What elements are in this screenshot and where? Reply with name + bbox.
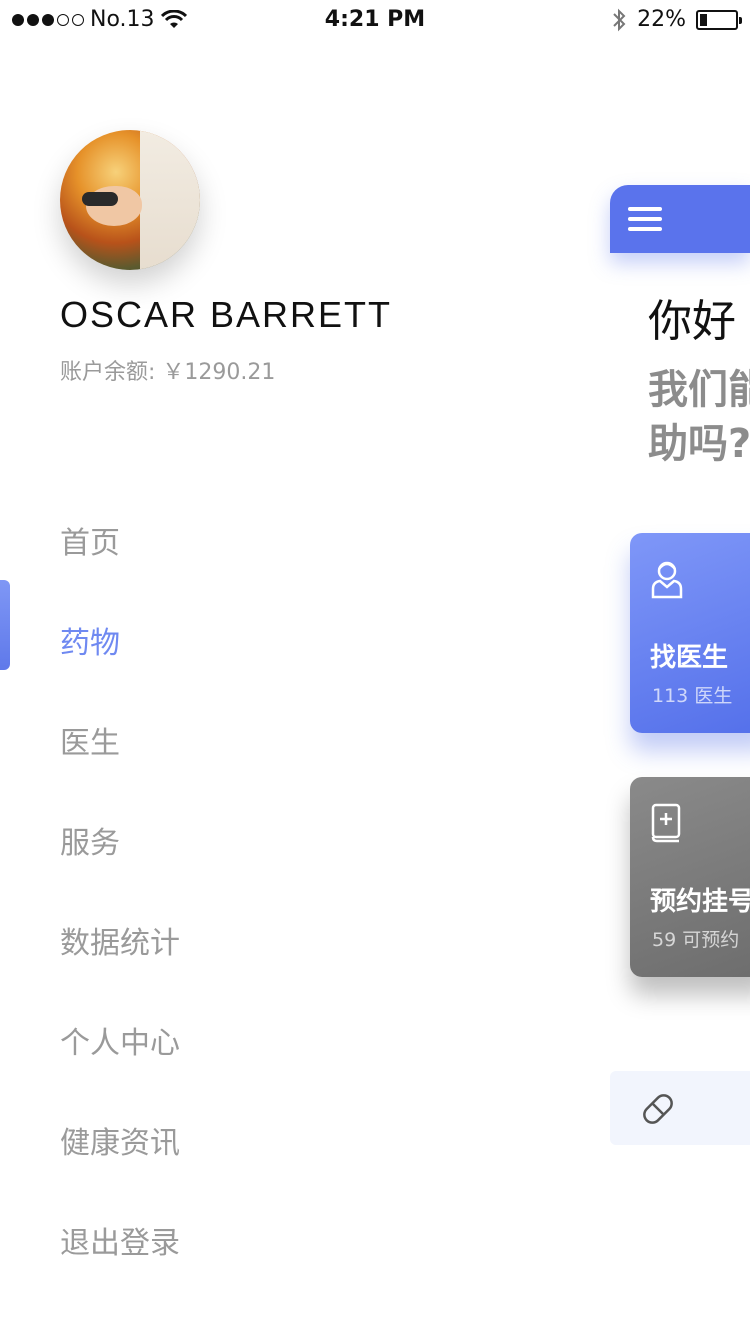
help-question: 我们能 助吗? [648, 363, 750, 471]
avatar[interactable] [60, 130, 200, 270]
menu-item-label: 个人中心 [60, 1026, 180, 1061]
main-screen-preview[interactable]: 你好 我们能 助吗? 找医生 113 医生 预约挂号 59 可预约 [610, 185, 750, 1145]
balance-value: ￥1290.21 [162, 360, 276, 385]
card-count: 59 [652, 929, 677, 951]
menu-item-label: 首页 [60, 526, 120, 561]
status-bar: No.13 4:21 PM 22% [0, 0, 750, 40]
help-line-2: 助吗? [648, 421, 750, 467]
medical-book-icon [651, 803, 681, 843]
menu-item-label: 健康资讯 [60, 1126, 180, 1161]
battery-level [700, 13, 707, 26]
menu-item-label: 服务 [60, 826, 120, 861]
card-unit: 可预约 [682, 929, 740, 951]
find-doctor-card[interactable]: 找医生 113 医生 [630, 533, 750, 733]
menu-item-statistics[interactable]: 数据统计 [0, 890, 560, 990]
battery-icon [696, 9, 742, 30]
card-unit: 医生 [694, 685, 733, 707]
menu-item-label: 退出登录 [60, 1226, 180, 1261]
card-subtitle: 113 医生 [652, 681, 732, 708]
bluetooth-icon [613, 8, 626, 31]
card-title: 预约挂号 [650, 887, 750, 917]
menu-item-medicine[interactable]: 药物 [0, 590, 560, 690]
appointment-card[interactable]: 预约挂号 59 可预约 [630, 777, 750, 977]
menu-icon[interactable] [628, 207, 662, 237]
menu-item-profile[interactable]: 个人中心 [0, 990, 560, 1090]
card-subtitle: 59 可预约 [652, 925, 739, 952]
status-right: 22% [611, 7, 742, 32]
battery-percent: 22% [637, 7, 686, 32]
main-header [610, 185, 750, 253]
account-balance: 账户余额: ￥1290.21 [60, 354, 275, 386]
card-count: 113 [652, 685, 689, 707]
drawer-menu: 首页 药物 医生 服务 数据统计 个人中心 健康资讯 退出登录 [0, 490, 560, 1290]
menu-item-label: 药物 [60, 626, 120, 661]
card-title: 找医生 [650, 643, 729, 673]
menu-item-home[interactable]: 首页 [0, 490, 560, 590]
medicine-shortcut[interactable] [610, 1071, 750, 1145]
menu-item-label: 医生 [60, 726, 120, 761]
menu-item-services[interactable]: 服务 [0, 790, 560, 890]
menu-item-health-news[interactable]: 健康资讯 [0, 1090, 560, 1190]
menu-item-doctor[interactable]: 医生 [0, 690, 560, 790]
menu-item-logout[interactable]: 退出登录 [0, 1190, 560, 1290]
greeting: 你好 [648, 296, 736, 347]
balance-label: 账户余额: [60, 360, 156, 385]
doctor-icon [651, 561, 683, 599]
pill-icon [643, 1094, 673, 1124]
help-line-1: 我们能 [648, 367, 750, 413]
user-name: OSCAR BARRETT [60, 294, 393, 335]
menu-item-label: 数据统计 [60, 926, 180, 961]
